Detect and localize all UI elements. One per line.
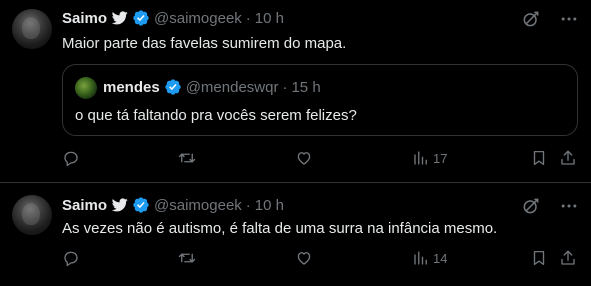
avatar[interactable] — [12, 9, 52, 49]
author-handle[interactable]: @saimogeek — [154, 197, 242, 214]
tweet-top-icons — [521, 9, 579, 34]
like-icon — [297, 152, 311, 165]
tweet-header: Saimo @saimogeek · 10 h — [62, 8, 284, 28]
reply-button[interactable] — [62, 249, 80, 267]
author-handle[interactable]: @saimogeek — [154, 10, 242, 27]
views-button[interactable]: 14 — [412, 249, 447, 267]
share-button[interactable] — [559, 249, 577, 267]
bookmark-button[interactable] — [530, 149, 548, 167]
views-icon — [414, 151, 427, 165]
author-name[interactable]: Saimo — [62, 10, 107, 27]
quoted-tweet-text: o que tá faltando pra vocês serem felize… — [75, 107, 357, 124]
separator: · — [282, 78, 288, 96]
like-button[interactable] — [295, 249, 313, 267]
tweet[interactable]: Saimo @saimogeek · 10 h As vezes não é a… — [0, 182, 591, 286]
author-name[interactable]: mendes — [103, 79, 160, 96]
share-icon — [561, 250, 575, 265]
grok-icon[interactable] — [521, 196, 541, 221]
tweet-actions: 17 — [62, 149, 580, 169]
more-icon[interactable] — [559, 196, 579, 221]
verified-badge-icon — [132, 196, 150, 214]
tweet[interactable]: Saimo @saimogeek · 10 h Maior parte das … — [0, 0, 591, 182]
retweet-button[interactable] — [177, 249, 197, 267]
like-button[interactable] — [295, 149, 313, 167]
retweet-icon — [178, 153, 196, 163]
tweet-text: As vezes não é autismo, é falta de uma s… — [62, 220, 498, 237]
views-icon — [414, 251, 427, 265]
bookmark-icon — [533, 150, 545, 166]
avatar[interactable] — [75, 77, 97, 99]
twitter-bird-icon — [112, 11, 128, 25]
views-button[interactable]: 17 — [412, 149, 447, 167]
timestamp[interactable]: 15 h — [291, 79, 320, 96]
quoted-tweet-header: mendes @mendeswqr · 15 h — [103, 78, 321, 96]
bookmark-button[interactable] — [530, 249, 548, 267]
verified-badge-icon — [164, 78, 182, 96]
retweet-icon — [178, 253, 196, 263]
timestamp[interactable]: 10 h — [255, 10, 284, 27]
twitter-bird-icon — [112, 198, 128, 212]
more-icon[interactable] — [559, 9, 579, 34]
separator: · — [245, 196, 251, 214]
avatar[interactable] — [12, 195, 52, 235]
verified-badge-icon — [132, 9, 150, 27]
separator: · — [245, 9, 251, 27]
grok-icon[interactable] — [521, 9, 541, 34]
reply-button[interactable] — [62, 149, 80, 167]
reply-icon — [64, 251, 78, 267]
tweet-header: Saimo @saimogeek · 10 h — [62, 195, 284, 215]
bookmark-icon — [533, 250, 545, 266]
share-icon — [561, 150, 575, 165]
views-count: 17 — [433, 150, 448, 166]
reply-icon — [64, 151, 78, 167]
tweet-actions: 14 — [62, 249, 580, 269]
tweet-text: Maior parte das favelas sumirem do mapa. — [62, 35, 347, 52]
retweet-button[interactable] — [177, 149, 197, 167]
like-icon — [297, 252, 311, 265]
tweet-top-icons — [521, 196, 579, 221]
author-handle[interactable]: @mendeswqr — [186, 79, 279, 96]
timestamp[interactable]: 10 h — [255, 197, 284, 214]
author-name[interactable]: Saimo — [62, 197, 107, 214]
quoted-tweet[interactable]: mendes @mendeswqr · 15 h o que tá faltan… — [62, 64, 578, 136]
share-button[interactable] — [559, 149, 577, 167]
views-count: 14 — [433, 250, 448, 266]
